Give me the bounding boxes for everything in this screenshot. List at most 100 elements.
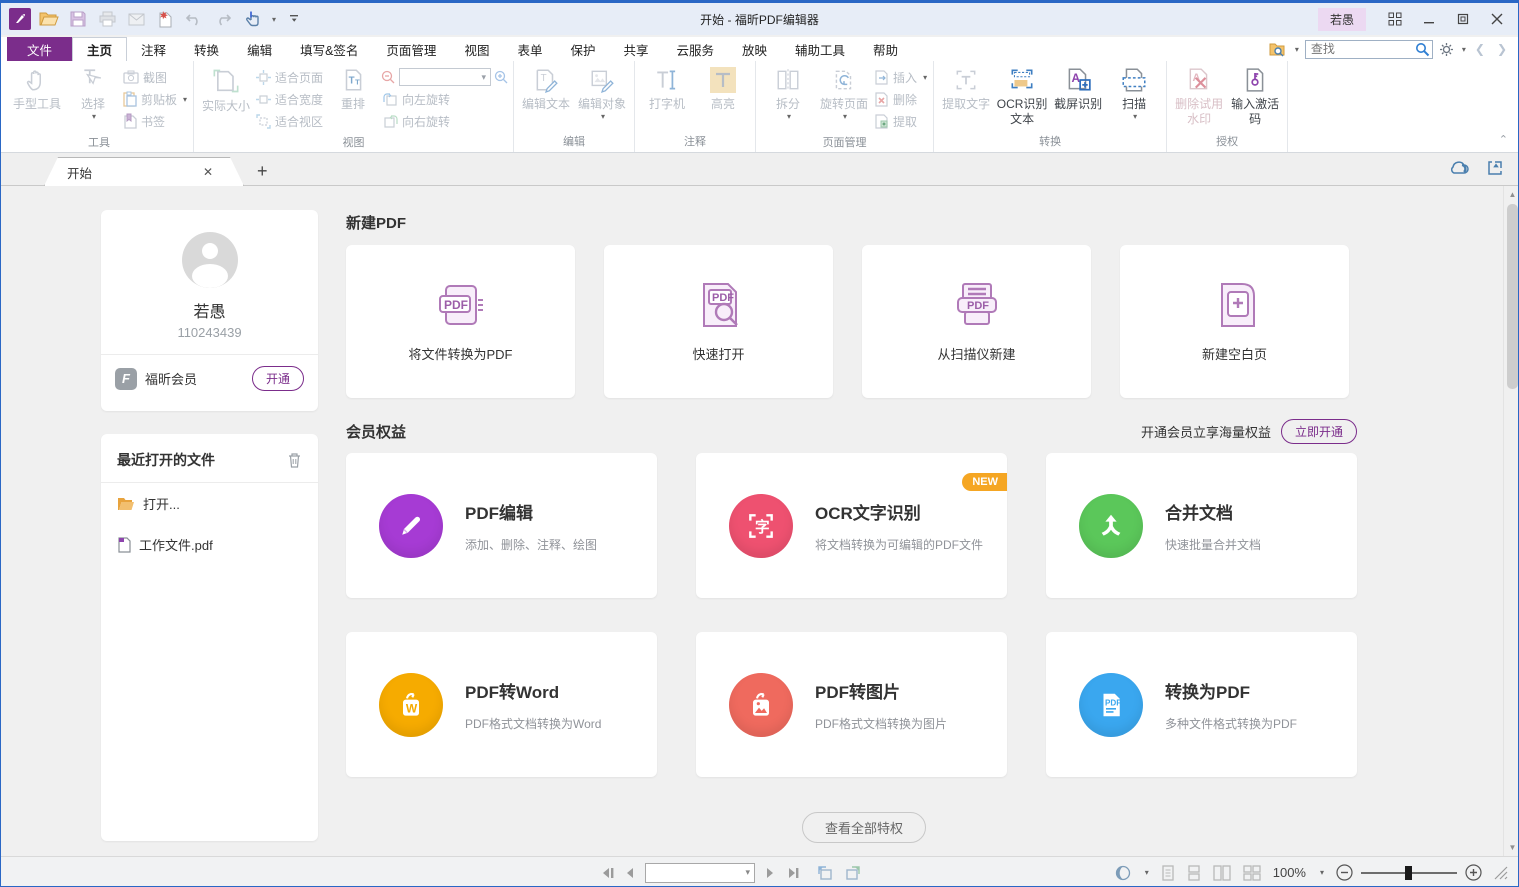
clipboard-dropdown[interactable]: ▾ <box>183 95 187 104</box>
restore-button[interactable] <box>1448 7 1478 31</box>
card-convert-to-pdf[interactable]: PDF 将文件转换为PDF <box>346 245 575 398</box>
avatar[interactable] <box>182 232 238 288</box>
edit-text-button[interactable]: T 编辑文本 <box>518 63 574 112</box>
enter-activation-code-button[interactable]: 输入激活码 <box>1227 63 1283 127</box>
cloud-icon[interactable] <box>1448 159 1470 177</box>
app-logo-icon[interactable] <box>9 8 31 30</box>
search-icon[interactable] <box>1415 42 1430 57</box>
highlight-button[interactable]: 高亮 <box>695 63 751 112</box>
menu-tab-help[interactable]: 帮助 <box>859 37 912 61</box>
menu-tab-present[interactable]: 放映 <box>728 37 781 61</box>
menu-tab-comment[interactable]: 注释 <box>127 37 180 61</box>
save-icon[interactable] <box>67 8 89 30</box>
menu-tab-edit[interactable]: 编辑 <box>233 37 286 61</box>
redo-icon[interactable] <box>212 8 234 30</box>
open-file-icon[interactable] <box>38 8 60 30</box>
select-tool-button[interactable]: 选择 ▾ <box>65 63 121 121</box>
recent-item-open[interactable]: 打开... <box>101 483 318 524</box>
continuous-page-icon[interactable] <box>1187 865 1201 881</box>
settings-gear-icon[interactable] <box>1439 42 1454 57</box>
menu-tab-share[interactable]: 共享 <box>609 37 662 61</box>
minimize-button[interactable] <box>1414 7 1444 31</box>
rotate-right-button[interactable]: 向右旋转 <box>381 110 509 132</box>
zoom-slider-track[interactable] <box>1361 872 1457 874</box>
scrollbar-thumb[interactable] <box>1507 204 1518 389</box>
zoom-dropdown[interactable]: ▾ <box>1320 868 1324 877</box>
extract-pages-button[interactable]: 提取 <box>872 110 929 132</box>
previous-view-icon[interactable] <box>817 866 834 880</box>
fit-width-button[interactable]: 适合宽度 <box>254 88 325 110</box>
next-view-icon[interactable] <box>844 866 861 880</box>
benefit-card-ocr[interactable]: 字 OCR文字识别 将文档转换为可编辑的PDF文件 NEW <box>696 453 1007 598</box>
card-quick-open[interactable]: PDF 快速打开 <box>604 245 833 398</box>
benefit-card-pdf-edit[interactable]: PDF编辑 添加、删除、注释、绘图 <box>346 453 657 598</box>
search-scope-dropdown[interactable]: ▾ <box>1295 45 1299 54</box>
bookmark-button[interactable]: 书签 <box>121 110 189 132</box>
zoom-in-icon[interactable] <box>494 70 509 85</box>
clipboard-button[interactable]: 剪贴板 ▾ <box>121 88 189 110</box>
activate-now-button[interactable]: 立即开通 <box>1281 419 1357 444</box>
scroll-down-icon[interactable]: ▼ <box>1504 839 1519 856</box>
ribbon-collapse-icon[interactable]: ⌃ <box>1499 133 1508 146</box>
menu-tab-convert[interactable]: 转换 <box>180 37 233 61</box>
benefit-card-pdf-to-image[interactable]: PDF转图片 PDF格式文档转换为图片 <box>696 632 1007 777</box>
zoom-slider-handle[interactable] <box>1405 866 1412 880</box>
facing-pages-icon[interactable] <box>1213 865 1231 881</box>
screen-ocr-button[interactable]: A 截屏识别 <box>1050 63 1106 112</box>
remove-trial-watermark-button[interactable]: A 删除试用水印 <box>1171 63 1227 127</box>
zoom-in-button[interactable] <box>1465 864 1482 881</box>
menu-file[interactable]: 文件 <box>7 37 72 61</box>
scroll-up-icon[interactable]: ▲ <box>1504 186 1519 203</box>
doc-tab-close-icon[interactable]: ✕ <box>203 165 213 179</box>
doc-tab-start[interactable]: 开始 ✕ <box>44 157 244 186</box>
actual-size-button[interactable]: 实际大小 <box>198 63 254 114</box>
new-tab-button[interactable]: + <box>257 161 268 182</box>
user-badge[interactable]: 若愚 <box>1318 8 1366 31</box>
rotate-pages-dropdown[interactable]: ▾ <box>843 112 847 121</box>
hand-dropdown-arrow[interactable]: ▾ <box>272 15 276 24</box>
layout-grid-icon[interactable] <box>1380 7 1410 31</box>
card-blank-page[interactable]: 新建空白页 <box>1120 245 1349 398</box>
search-scope-icon[interactable] <box>1269 42 1287 57</box>
vertical-scrollbar[interactable]: ▲ ▼ <box>1503 186 1519 856</box>
next-page-icon[interactable] <box>765 867 775 879</box>
hand-tool-button[interactable]: 手型工具 <box>9 63 65 112</box>
recent-item-file[interactable]: 工作文件.pdf <box>101 524 318 565</box>
menu-tab-protect[interactable]: 保护 <box>556 37 609 61</box>
menu-tab-view[interactable]: 视图 <box>450 37 503 61</box>
find-next-icon[interactable]: ❯ <box>1494 42 1510 56</box>
rotate-pages-button[interactable]: 旋转页面 ▾ <box>816 63 872 121</box>
scan-dropdown[interactable]: ▾ <box>1133 112 1137 121</box>
reflow-button[interactable]: TT 重排 <box>325 63 381 112</box>
first-page-icon[interactable] <box>601 867 615 879</box>
night-mode-icon[interactable] <box>1115 865 1131 881</box>
zoom-out-button[interactable] <box>1336 864 1353 881</box>
card-from-scanner[interactable]: PDF 从扫描仪新建 <box>862 245 1091 398</box>
benefit-card-merge[interactable]: 合并文档 快速批量合并文档 <box>1046 453 1357 598</box>
rotate-left-button[interactable]: 向左旋转 <box>381 88 509 110</box>
split-button[interactable]: 拆分 ▾ <box>760 63 816 121</box>
zoom-combobox[interactable]: ▾ <box>399 68 491 86</box>
clear-recent-trash-icon[interactable] <box>287 452 302 468</box>
activate-membership-button[interactable]: 开通 <box>252 366 304 391</box>
benefit-card-pdf-to-word[interactable]: W PDF转Word PDF格式文档转换为Word <box>346 632 657 777</box>
menu-tab-fill-sign[interactable]: 填写&签名 <box>286 37 372 61</box>
view-all-privileges-button[interactable]: 查看全部特权 <box>802 812 926 843</box>
email-icon[interactable] <box>125 8 147 30</box>
scan-button[interactable]: 扫描 ▾ <box>1106 63 1162 121</box>
last-page-icon[interactable] <box>785 867 799 879</box>
snapshot-button[interactable]: 截图 <box>121 66 189 88</box>
fit-page-button[interactable]: 适合页面 <box>254 66 325 88</box>
close-button[interactable] <box>1482 7 1512 31</box>
search-input[interactable] <box>1305 40 1433 59</box>
insert-pages-dropdown[interactable]: ▾ <box>923 73 927 82</box>
hand-pointer-icon[interactable] <box>241 8 263 30</box>
single-page-icon[interactable] <box>1161 865 1175 881</box>
settings-dropdown[interactable]: ▾ <box>1462 45 1466 54</box>
undo-icon[interactable] <box>183 8 205 30</box>
prev-page-icon[interactable] <box>625 867 635 879</box>
find-prev-icon[interactable]: ❮ <box>1472 42 1488 56</box>
night-mode-dropdown[interactable]: ▾ <box>1145 868 1149 877</box>
delete-pages-button[interactable]: 删除 <box>872 88 929 110</box>
menu-tab-home[interactable]: 主页 <box>72 37 127 61</box>
